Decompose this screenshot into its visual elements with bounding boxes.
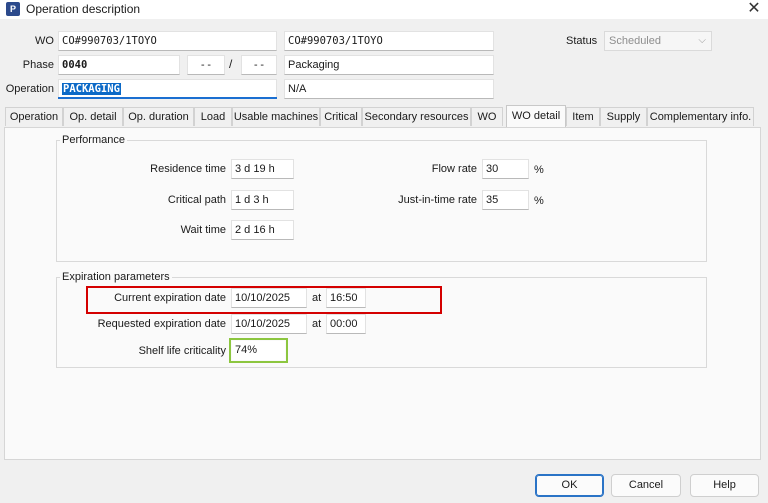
operation-label: Operation (5, 83, 54, 95)
close-icon[interactable]: ✕ (744, 0, 764, 19)
tab-supply[interactable]: Supply (600, 107, 647, 126)
tab-usable-machines[interactable]: Usable machines (232, 107, 320, 126)
requested-expiration-date-field[interactable]: 10/10/2025 (231, 314, 307, 334)
wait-time-label: Wait time (180, 224, 226, 236)
tab-op-duration[interactable]: Op. duration (123, 107, 194, 126)
flow-rate-label: Flow rate (431, 163, 477, 175)
tab-load[interactable]: Load (194, 107, 232, 126)
requested-at-label: at (312, 318, 322, 330)
wo-field[interactable]: CO#990703/1TOYO (58, 31, 277, 51)
tab-complementary-info[interactable]: Complementary info. (647, 107, 754, 126)
phase-separator: / (229, 57, 233, 71)
critical-path-field[interactable]: 1 d 3 h (231, 190, 294, 210)
phase-label: Phase (22, 59, 54, 71)
current-expiration-time-field[interactable]: 16:50 (326, 288, 366, 308)
tab-item[interactable]: Item (566, 107, 600, 126)
wo-description-field[interactable]: CO#990703/1TOYO (284, 31, 494, 51)
status-value: Scheduled (609, 35, 661, 47)
expiration-title: Expiration parameters (60, 271, 172, 283)
current-at-label: at (312, 292, 322, 304)
cancel-button[interactable]: Cancel (611, 474, 681, 497)
shelf-life-criticality-field[interactable]: 74% (232, 341, 285, 360)
wait-time-field[interactable]: 2 d 16 h (231, 220, 294, 240)
app-icon: P (6, 2, 20, 16)
requested-expiration-label: Requested expiration date (97, 318, 226, 330)
tab-wo[interactable]: WO (471, 107, 503, 126)
requested-expiration-time-field[interactable]: 00:00 (326, 314, 366, 334)
help-button[interactable]: Help (690, 474, 759, 497)
flow-rate-field[interactable]: 30 (482, 159, 529, 179)
phase-field[interactable]: 0040 (58, 55, 180, 75)
chevron-down-icon: ⌵ (698, 35, 706, 46)
tab-secondary-resources[interactable]: Secondary resources (362, 107, 471, 126)
window-title: Operation description (26, 2, 141, 16)
tab-operation[interactable]: Operation (5, 107, 63, 126)
status-select[interactable]: Scheduled ⌵ (604, 31, 712, 51)
current-expiration-date-field[interactable]: 10/10/2025 (231, 288, 307, 308)
wo-label: WO (35, 35, 54, 47)
status-label: Status (566, 35, 598, 47)
focus-underline (58, 97, 277, 99)
critical-path-label: Critical path (167, 194, 226, 206)
operation-description-field[interactable]: N/A (284, 79, 494, 99)
just-in-time-rate-unit: % (534, 195, 544, 207)
shelf-life-criticality-label: Shelf life criticality (138, 345, 226, 357)
operation-value: PACKAGING (62, 83, 121, 95)
phase-sub1-field[interactable]: -- (187, 55, 225, 75)
just-in-time-rate-label: Just-in-time rate (398, 194, 477, 206)
phase-description-field[interactable]: Packaging (284, 55, 494, 75)
flow-rate-unit: % (534, 164, 544, 176)
residence-time-field[interactable]: 3 d 19 h (231, 159, 294, 179)
operation-field[interactable]: PACKAGING (58, 79, 277, 99)
residence-time-label: Residence time (150, 163, 226, 175)
tab-wo-detail[interactable]: WO detail (506, 105, 566, 127)
tab-op-detail[interactable]: Op. detail (63, 107, 123, 126)
tab-critical[interactable]: Critical (320, 107, 362, 126)
ok-button[interactable]: OK (535, 474, 604, 497)
just-in-time-rate-field[interactable]: 35 (482, 190, 529, 210)
current-expiration-label: Current expiration date (114, 292, 226, 304)
phase-sub2-field[interactable]: -- (241, 55, 277, 75)
performance-title: Performance (60, 134, 127, 146)
